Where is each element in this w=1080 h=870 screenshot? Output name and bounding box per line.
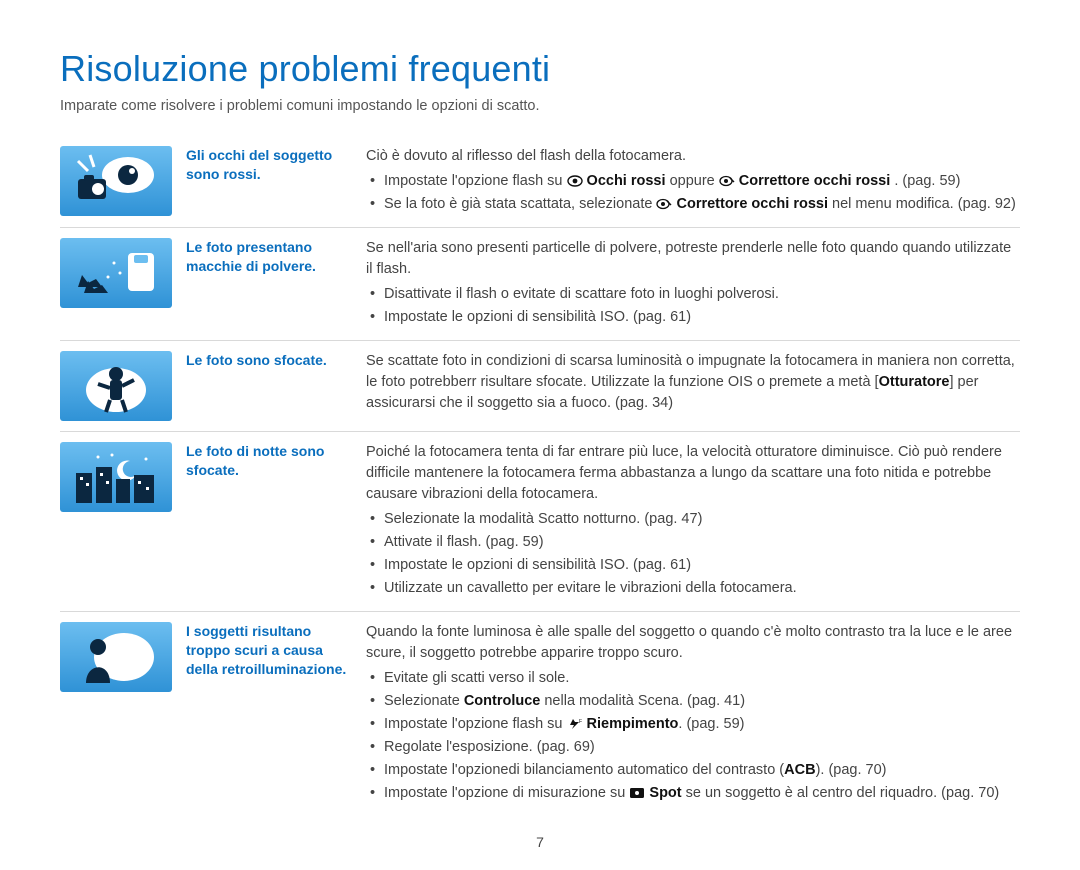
eye-check-icon: [719, 175, 735, 187]
page-subtitle: Imparate come risolvere i problemi comun…: [60, 98, 1020, 114]
spot-icon: [629, 787, 645, 799]
row-night: Le foto di notte sono sfocate. Poiché la…: [60, 431, 1020, 611]
backlight-icon: [60, 622, 172, 692]
troubleshoot-list: Gli occhi del soggetto sono rossi. Ciò è…: [60, 136, 1020, 816]
svg-text:F: F: [579, 719, 582, 725]
night-icon: [60, 442, 172, 512]
row-label: Le foto presentano macchie di polvere.: [186, 238, 354, 276]
row-blur: Le foto sono sfocate. Se scattate foto i…: [60, 340, 1020, 431]
row-desc: Quando la fonte luminosa è alle spalle d…: [366, 622, 1020, 806]
row-dust: Le foto presentano macchie di polvere. S…: [60, 227, 1020, 340]
page-title: Risoluzione problemi frequenti: [60, 48, 1020, 90]
eye-check-icon: [656, 198, 672, 210]
row-redeye: Gli occhi del soggetto sono rossi. Ciò è…: [60, 136, 1020, 227]
row-label: Gli occhi del soggetto sono rossi.: [186, 146, 354, 184]
row-backlight: I soggetti risultano troppo scuri a caus…: [60, 611, 1020, 816]
row-desc: Poiché la fotocamera tenta di far entrar…: [366, 442, 1020, 601]
row-desc: Ciò è dovuto al riflesso del flash della…: [366, 146, 1020, 217]
redeye-icon: [60, 146, 172, 216]
blur-icon: [60, 351, 172, 421]
row-label: Le foto sono sfocate.: [186, 351, 354, 370]
row-label: I soggetti risultano troppo scuri a caus…: [186, 622, 354, 679]
row-label: Le foto di notte sono sfocate.: [186, 442, 354, 480]
row-desc: Se nell'aria sono presenti particelle di…: [366, 238, 1020, 330]
page-number: 7: [60, 816, 1020, 850]
flash-icon: F: [567, 718, 583, 730]
eye-icon: [567, 175, 583, 187]
dust-icon: [60, 238, 172, 308]
row-desc: Se scattate foto in condizioni di scarsa…: [366, 351, 1020, 418]
